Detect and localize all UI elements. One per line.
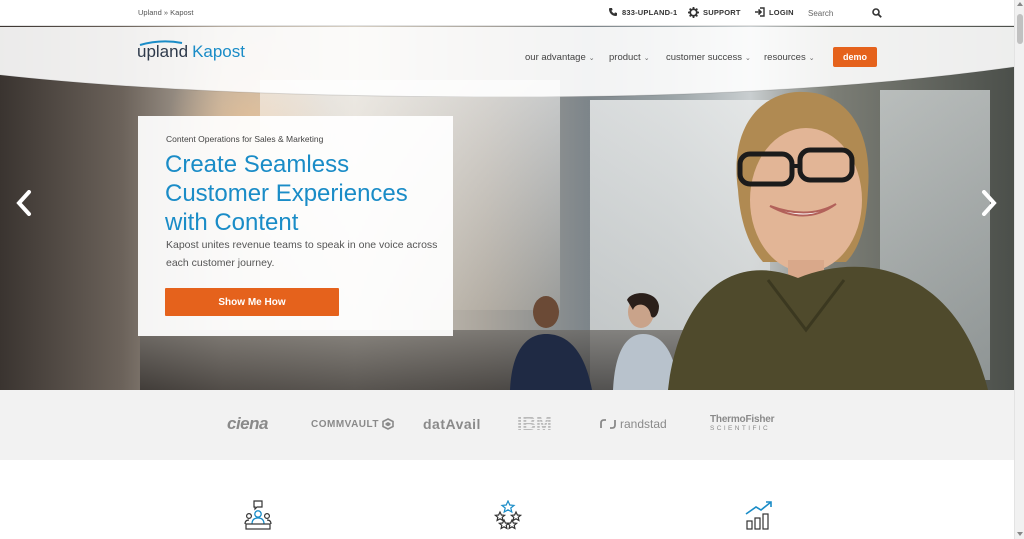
support-link[interactable]: SUPPORT [688,7,741,18]
nav-customer-success[interactable]: customer success ⌄ [666,52,751,63]
page-scrollbar[interactable] [1014,0,1024,539]
chevron-down-icon: ⌄ [745,54,751,62]
hero-person-man [510,296,592,390]
login-icon [755,7,765,17]
nav-label: product [609,52,641,63]
features-section [0,460,1014,539]
nav-our-advantage[interactable]: our advantage ⌄ [525,52,595,63]
breadcrumb-kapost[interactable]: Kapost [170,8,193,17]
scroll-down-icon[interactable] [1017,532,1023,536]
breadcrumb-upland[interactable]: Upland [138,8,162,17]
chevron-down-icon: ⌄ [808,54,815,62]
breadcrumb-separator: » [163,8,169,17]
randstad-mark-icon [600,419,616,429]
chevron-down-icon: ⌄ [588,54,595,62]
utility-bar: Upland » Kapost 833-UPLAND-1 SUPPORT LOG… [0,0,1014,26]
search-icon[interactable] [872,8,882,18]
show-me-how-button[interactable]: Show Me How [165,288,339,316]
nav-product[interactable]: product ⌄ [609,52,650,63]
randstad-logo: randstad [600,417,667,431]
nav-label: our advantage [525,52,586,63]
chevron-down-icon: ⌄ [643,54,650,62]
ibm-text: IBM [517,414,552,432]
phone-number: 833-UPLAND-1 [622,7,678,17]
chevron-right-icon [982,190,997,216]
scroll-up-icon[interactable] [1017,2,1023,6]
breadcrumb: Upland » Kapost [138,8,194,17]
commvault-text: COMMVAULT [311,418,380,430]
login-label: LOGIN [769,7,794,17]
thermofisher-text: ThermoFisher [710,414,775,425]
nav-label: customer success [666,52,743,63]
hero-eyebrow: Content Operations for Sales & Marketing [166,134,324,144]
phone-icon [609,8,617,16]
upland-kapost-logo[interactable]: upland Kapost [137,42,245,62]
stars-rating-icon [493,500,523,530]
commvault-logo: COMMVAULT [311,418,394,430]
carousel-next-arrow[interactable] [977,190,1001,216]
logo-upland-text: upland [137,42,189,61]
demo-button[interactable]: demo [833,47,877,67]
randstad-text: randstad [620,417,667,431]
ibm-logo: IBM [517,414,563,432]
hero-woman-portrait [668,91,988,390]
logo-kapost-text: Kapost [192,42,245,61]
hero-title: Create Seamless Customer Experiences wit… [165,151,408,236]
commvault-mark-icon [382,418,394,430]
scrollbar-thumb[interactable] [1017,14,1023,44]
nav-label: resources [764,52,806,63]
client-logo-strip: ciena COMMVAULT datAvail IBM randstad Th… [0,390,1014,460]
hero-card: Content Operations for Sales & Marketing… [138,116,453,336]
scientific-text: SCIENTIFIC [710,425,771,432]
search-input[interactable]: Search [806,4,882,22]
gear-icon [688,7,699,18]
growth-chart-icon [745,501,772,530]
login-link[interactable]: LOGIN [754,7,794,17]
chevron-left-icon [16,190,31,216]
thermofisher-logo: ThermoFisher SCIENTIFIC [710,415,774,433]
search-placeholder: Search [808,8,834,18]
support-label: SUPPORT [703,8,741,17]
team-chat-icon [244,500,272,530]
datavail-logo: datAvail [423,416,481,432]
phone-link[interactable]: 833-UPLAND-1 [608,7,677,17]
nav-resources[interactable]: resources ⌄ [764,52,815,63]
ciena-logo: ciena [227,414,268,433]
hero-description: Kapost unites revenue teams to speak in … [166,239,438,269]
carousel-prev-arrow[interactable] [12,190,36,216]
ibm-logo-mark: IBM [517,414,552,432]
